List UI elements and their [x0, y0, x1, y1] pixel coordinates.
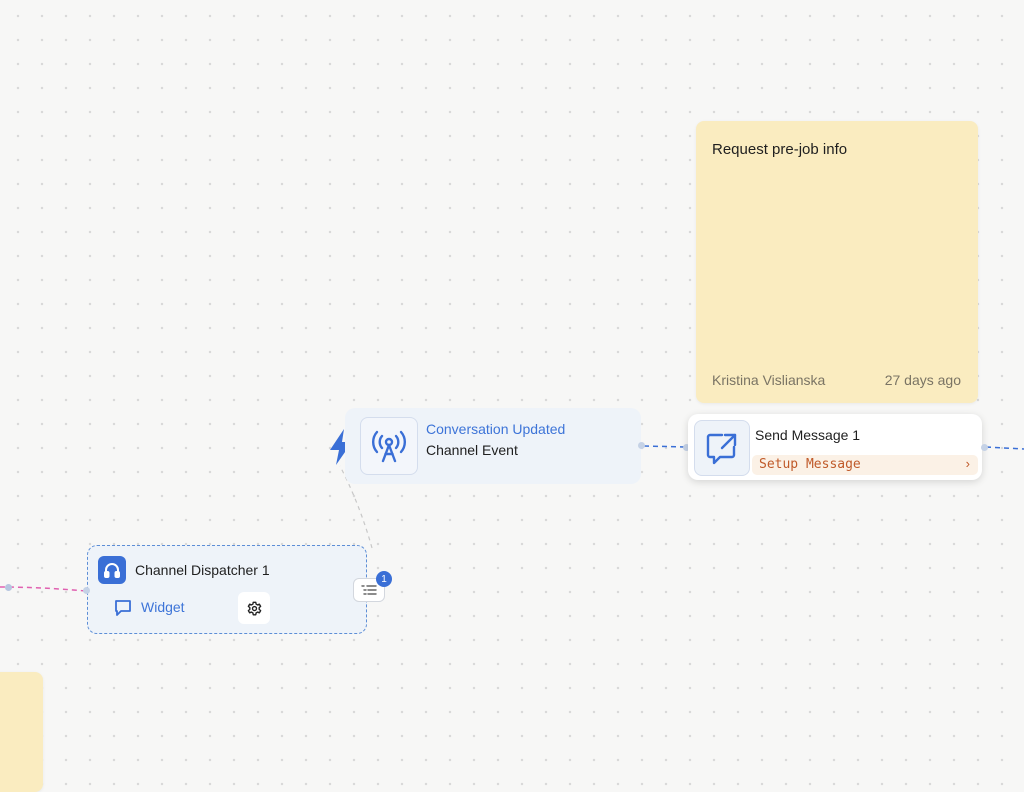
gear-icon: [247, 601, 261, 615]
send-output-port[interactable]: [981, 444, 988, 451]
event-subtitle: Conversation Updated: [426, 421, 566, 437]
dispatcher-title: Channel Dispatcher 1: [135, 562, 270, 578]
chevron-right-icon: ›: [965, 456, 970, 471]
event-title: Channel Event: [426, 442, 518, 458]
headphones-icon: [98, 556, 126, 584]
settings-button[interactable]: [238, 592, 270, 624]
send-message-title: Send Message 1: [755, 427, 861, 443]
send-message-node[interactable]: Send Message 1 Setup Message ›: [688, 414, 982, 480]
channel-event-node[interactable]: Conversation Updated Channel Event: [345, 408, 641, 484]
setup-message-label: Setup Message: [759, 457, 861, 472]
sticky-note-partial[interactable]: [0, 672, 43, 792]
sticky-note[interactable]: Request pre-job info Kristina Vislianska…: [696, 121, 978, 403]
broadcast-tower-icon: [360, 417, 418, 475]
dispatcher-input-port[interactable]: [83, 587, 90, 594]
note-author: Kristina Vislianska: [712, 372, 826, 388]
event-output-port[interactable]: [638, 442, 645, 449]
note-timestamp: 27 days ago: [884, 372, 961, 388]
message-send-icon: [694, 420, 750, 476]
edge-event-to-send: [643, 445, 687, 448]
edge-send-to-next: [985, 446, 1024, 450]
channel-dispatcher-node[interactable]: Channel Dispatcher 1 Widget: [87, 545, 367, 634]
list-icon: [361, 585, 377, 595]
widget-channel-label[interactable]: Widget: [141, 599, 185, 615]
left-edge-port[interactable]: [5, 584, 12, 591]
note-title: Request pre-job info: [712, 141, 848, 158]
setup-message-button[interactable]: Setup Message ›: [752, 455, 978, 475]
chat-bubble-icon: [115, 600, 131, 616]
count-badge: 1: [376, 571, 392, 587]
edge-left-to-dispatcher: [0, 586, 87, 592]
